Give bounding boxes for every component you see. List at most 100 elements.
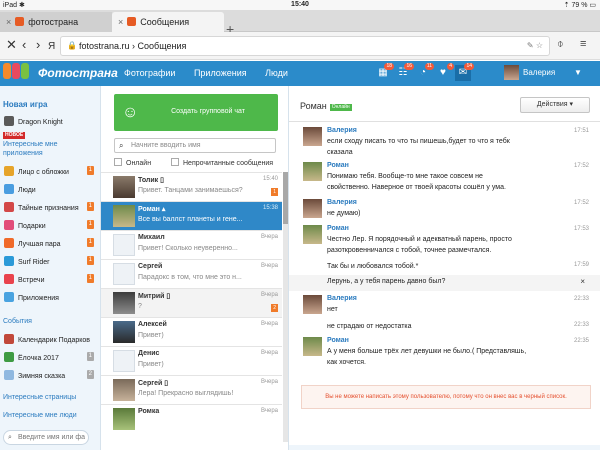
avatar	[113, 176, 135, 198]
conversation-item[interactable]: Денис Привет) Вчера	[101, 346, 282, 375]
draft-message[interactable]: Лерунь, а у тебя парень давно был? ×	[289, 275, 600, 291]
sidebar-item-label: Dragon Knight	[18, 119, 63, 126]
message-author[interactable]: Роман	[327, 225, 349, 232]
conversation-item[interactable]: Алексей Привет) Вчера	[101, 317, 282, 346]
message-author[interactable]: Роман	[327, 162, 349, 169]
message-author[interactable]: Валерия	[327, 295, 357, 302]
close-icon[interactable]: ×	[580, 277, 585, 286]
unread-filter-checkbox[interactable]: Непрочитанные сообщения	[171, 158, 273, 167]
message-text: не думаю)	[327, 210, 361, 217]
sidebar-item-gift-calendar[interactable]: Календарик Подарков	[4, 334, 96, 348]
avatar[interactable]	[303, 127, 322, 146]
avatar[interactable]	[303, 199, 322, 218]
message-text: Так бы и любовался тобой.*	[327, 263, 419, 270]
count-badge: 2	[86, 370, 94, 379]
create-group-chat-button[interactable]: ☺ Создать групповой чат	[114, 94, 278, 131]
close-icon[interactable]: ✕	[6, 38, 17, 52]
count-badge: 1	[86, 166, 94, 175]
conversation-item[interactable]: Михаил Привет! Сколько неуверенно... Вче…	[101, 230, 282, 259]
surf-icon	[4, 256, 14, 266]
sidebar-item-winter-tale[interactable]: Зимняя сказка 2	[4, 370, 96, 384]
tree-icon	[4, 352, 14, 362]
divider	[289, 121, 600, 122]
sidebar-item-cover-face[interactable]: Лицо с обложки 1	[4, 166, 96, 180]
avatar[interactable]	[303, 337, 322, 356]
sidebar-item-best-couple[interactable]: Лучшая пара 1	[4, 238, 96, 252]
sidebar-item-people[interactable]: Люди	[4, 184, 96, 198]
interesting-people-link[interactable]: Интересные мне люди	[3, 412, 77, 419]
sidebar-item-gifts[interactable]: Подарки 1	[4, 220, 96, 234]
yandex-logo[interactable]: Я	[48, 40, 55, 54]
conversation-item[interactable]: Митрий ▯ ? Вчера 2	[101, 288, 282, 317]
avatar[interactable]	[303, 162, 322, 181]
conversation-name: Денис	[138, 350, 160, 357]
logo-icon[interactable]	[3, 63, 36, 84]
microphone-icon[interactable]: ⌽	[557, 38, 564, 51]
new-game-heading[interactable]: Новая игра	[3, 100, 47, 109]
apps-icon[interactable]: ☷ 16	[395, 63, 414, 81]
bookmark-icon[interactable]: ✎ ☆	[527, 37, 543, 55]
conversation-item[interactable]: Ромка Вчера	[101, 404, 282, 433]
conversation-scrollbar[interactable]	[283, 172, 288, 442]
close-icon[interactable]: ×	[118, 17, 123, 27]
sidebar-item-surf-rider[interactable]: Surf Rider 1	[4, 256, 96, 270]
close-icon[interactable]: ×	[6, 17, 11, 27]
forward-button[interactable]: ›	[36, 38, 40, 52]
sidebar-item-secret-confessions[interactable]: Тайные признания 1	[4, 202, 96, 216]
events-icon[interactable]: ♥ 4	[435, 63, 454, 81]
message-author[interactable]: Валерия	[327, 127, 357, 134]
sidebar-item-meetings[interactable]: Встречи 1	[4, 274, 96, 288]
conversation-item[interactable]: Сергей ▯ Лера! Прекрасно выглядишь! Вчер…	[101, 375, 282, 404]
count-badge: 1	[86, 352, 94, 361]
messages-icon[interactable]: ✉ 14	[455, 63, 474, 81]
menu-icon[interactable]: ≡	[580, 38, 586, 50]
interesting-apps-heading[interactable]: Интересные мне приложения	[3, 140, 98, 158]
message-text: нет	[327, 306, 338, 313]
back-button[interactable]: ‹	[22, 38, 26, 52]
sidebar-item-applications[interactable]: Приложения	[4, 292, 96, 306]
avatar[interactable]	[303, 295, 322, 314]
message-author[interactable]: Валерия	[327, 199, 357, 206]
conversation-name: Толик ▯	[138, 177, 164, 184]
chevron-down-icon[interactable]: ▼	[574, 68, 582, 77]
guests-icon[interactable]: ◔ 11	[415, 63, 434, 81]
url-path: › Сообщения	[129, 41, 187, 51]
people-search-input[interactable]: ⌕ Введите имя или фа	[3, 430, 89, 445]
online-filter-checkbox[interactable]: Онлайн	[114, 158, 151, 167]
nav-people[interactable]: Люди	[265, 68, 288, 78]
conversation-preview: Парадокс в том, что мне это н...	[138, 274, 242, 281]
url-input[interactable]: 🔒 fotostrana.ru › Сообщения ✎ ☆	[60, 36, 550, 56]
guests-badge: 11	[424, 63, 434, 70]
message-author[interactable]: Роман	[327, 337, 349, 344]
nav-photos[interactable]: Фотографии	[124, 68, 175, 78]
chat-partner-name[interactable]: Роман	[300, 101, 327, 111]
conversation-item[interactable]: Толик ▯ Привет. Танцами занимаешься? 15:…	[101, 172, 282, 201]
user-menu[interactable]: Валерия ▼	[504, 65, 582, 80]
conversation-time: Вчера	[261, 408, 278, 414]
site-header: Фотострана Фотографии Приложения Люди ▦ 1…	[0, 61, 600, 86]
conversation-name: Михаил	[138, 234, 165, 241]
sidebar-item-label: Подарки	[18, 223, 46, 230]
sidebar-item-dragon-knight[interactable]: Dragon Knight	[4, 116, 96, 130]
interesting-pages-link[interactable]: Интересные страницы	[3, 394, 76, 401]
nav-apps[interactable]: Приложения	[194, 68, 247, 78]
conversation-time: Вчера	[261, 263, 278, 269]
message-time: 22:33	[573, 322, 589, 328]
conversation-search-input[interactable]: ⌕ Начните вводить имя	[114, 138, 276, 153]
sidebar-item-christmas-tree[interactable]: Ёлочка 2017 1	[4, 352, 96, 366]
avatar[interactable]	[303, 225, 322, 244]
tab-fotostrana[interactable]: × фотострана	[0, 12, 112, 32]
site-logo-text[interactable]: Фотострана	[38, 66, 118, 80]
tab-messages[interactable]: × Сообщения	[112, 12, 224, 32]
news-icon[interactable]: ▦ 18	[375, 63, 394, 81]
events-heading[interactable]: События	[3, 318, 32, 325]
scrollbar-thumb[interactable]	[283, 172, 288, 224]
conversation-preview: Все вы баллст планеты и гене...	[138, 216, 243, 223]
apps-grid-icon	[4, 292, 14, 302]
winter-icon	[4, 370, 14, 380]
conversation-item[interactable]: Роман ▴ Все вы баллст планеты и гене... …	[101, 201, 282, 230]
checkbox-icon	[171, 158, 179, 166]
conversation-item[interactable]: Сергей Парадокс в том, что мне это н... …	[101, 259, 282, 288]
message-text: Понимаю тебя. Вообще-то мне такое совсем…	[327, 173, 483, 180]
actions-dropdown[interactable]: Действия ▾	[520, 97, 590, 113]
